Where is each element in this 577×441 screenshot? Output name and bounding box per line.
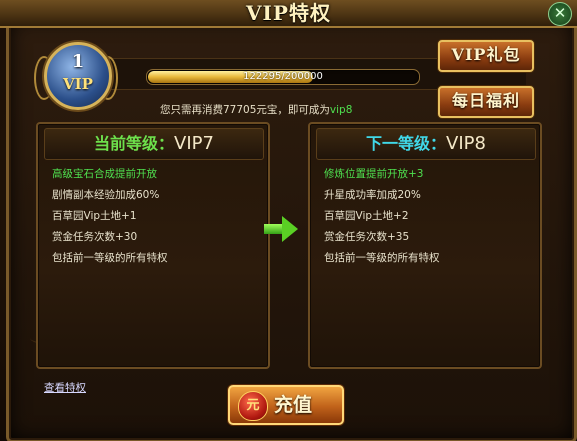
current-perk: 高级宝石合成提前开放 bbox=[52, 168, 157, 180]
next-level-label: 下一等级： bbox=[366, 134, 447, 153]
current-level-value: VIP7 bbox=[174, 133, 214, 154]
right-arrow-icon-head bbox=[282, 216, 298, 242]
current-perk: 剧情副本经验加成60% bbox=[52, 189, 160, 201]
current-perk: 赏金任务次数+30 bbox=[52, 231, 138, 243]
need-middle: 元宝，即可成为 bbox=[256, 104, 330, 116]
vip-badge-level: 1 bbox=[71, 51, 85, 72]
next-perk: 赏金任务次数+35 bbox=[324, 231, 410, 243]
next-perk: 包括前一等级的所有特权 bbox=[324, 252, 440, 264]
daily-welfare-button[interactable]: 每日福利 bbox=[438, 86, 534, 118]
next-level-header: 下一等级：VIP8 bbox=[316, 128, 536, 160]
recharge-button[interactable]: 元 充值 bbox=[228, 385, 344, 425]
vip-progress-bar: 122295/200000 bbox=[146, 69, 420, 85]
current-perk: 包括前一等级的所有特权 bbox=[52, 252, 168, 264]
need-message: 您只需再消费77705元宝，即可成为vip8 bbox=[160, 102, 420, 117]
next-perk: 修炼位置提前开放+3 bbox=[324, 168, 424, 180]
vip-badge-label: VIP bbox=[63, 75, 93, 93]
need-prefix: 您只需再消费 bbox=[160, 104, 223, 116]
current-level-label: 当前等级： bbox=[94, 134, 175, 153]
right-arrow-icon bbox=[264, 224, 282, 234]
current-level-panel: 当前等级：VIP7 高级宝石合成提前开放 剧情副本经验加成60% 百草园Vip土… bbox=[36, 122, 270, 369]
next-perk: 升星成功率加成20% bbox=[324, 189, 421, 201]
vip-privilege-window: VIP特权 ✕ 1 VIP 122295/200000 您只需再消费77705元… bbox=[0, 0, 577, 441]
current-perk: 百草园Vip土地+1 bbox=[52, 210, 137, 222]
close-icon[interactable]: ✕ bbox=[548, 2, 572, 26]
window-title: VIP特权 bbox=[246, 1, 331, 25]
view-privileges-link[interactable]: 查看特权 bbox=[44, 380, 86, 395]
vip-gift-button[interactable]: VIP礼包 bbox=[438, 40, 534, 72]
vip-badge-icon: 1 VIP bbox=[44, 42, 112, 110]
next-level-value: VIP8 bbox=[446, 133, 486, 154]
vip-progress-text: 122295/200000 bbox=[243, 71, 323, 82]
need-target: vip8 bbox=[329, 104, 353, 116]
money-bag-icon: 元 bbox=[238, 391, 268, 421]
current-level-header: 当前等级：VIP7 bbox=[44, 128, 264, 160]
recharge-label: 充值 bbox=[274, 394, 313, 416]
need-amount: 77705 bbox=[223, 104, 257, 116]
next-level-panel: 下一等级：VIP8 修炼位置提前开放+3 升星成功率加成20% 百草园Vip土地… bbox=[308, 122, 542, 369]
next-perk: 百草园Vip土地+2 bbox=[324, 210, 409, 222]
